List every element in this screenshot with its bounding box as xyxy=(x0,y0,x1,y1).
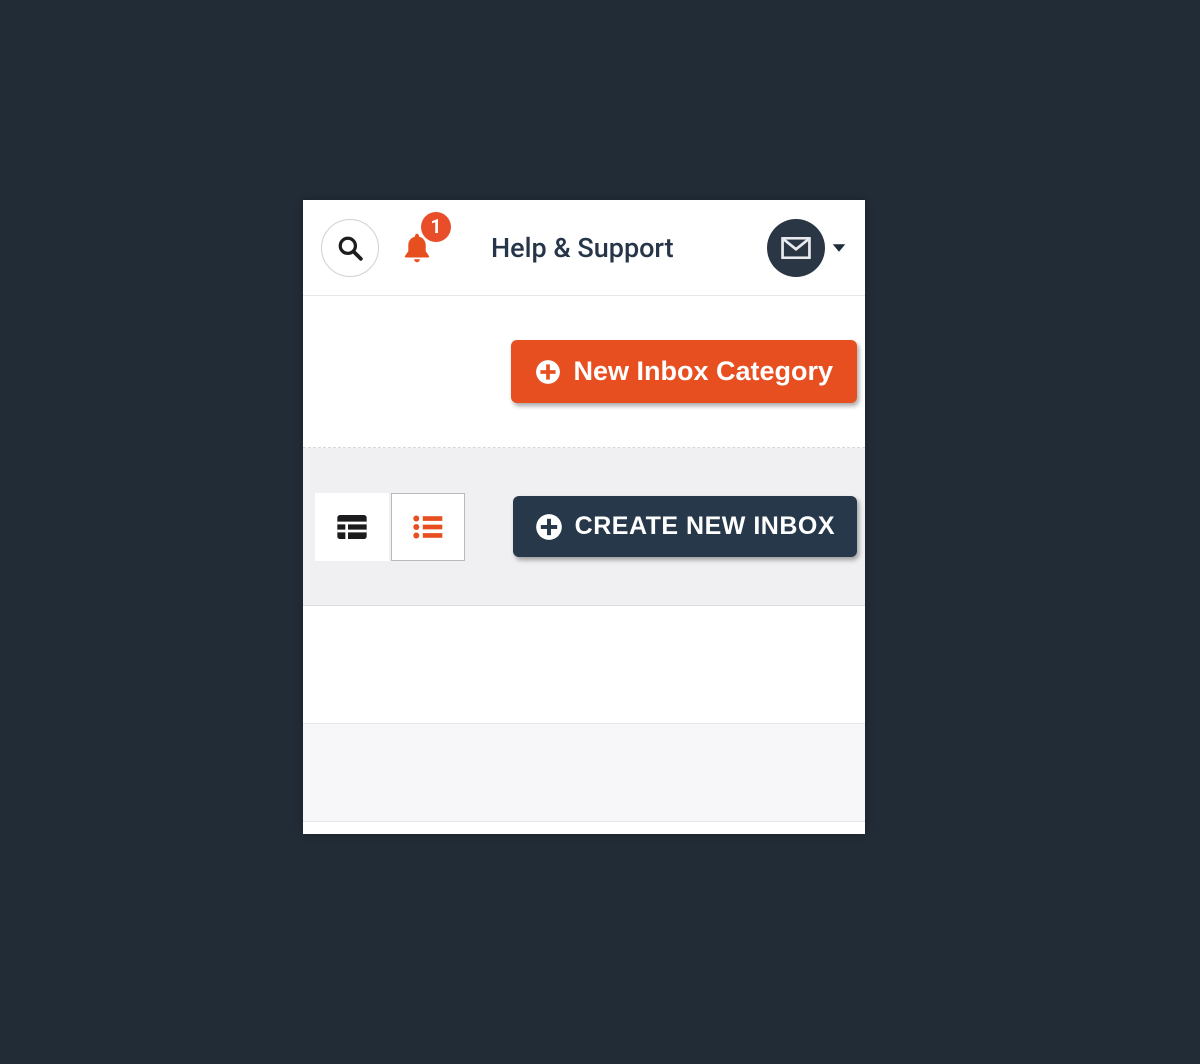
grid-icon xyxy=(336,513,368,541)
help-support-link[interactable]: Help & Support xyxy=(491,232,674,264)
category-row: New Inbox Category xyxy=(303,296,865,448)
search-icon xyxy=(337,235,363,261)
content-row xyxy=(303,724,865,822)
create-new-inbox-button[interactable]: CREATE NEW INBOX xyxy=(513,496,857,557)
plus-circle-icon xyxy=(535,359,561,385)
toolbar-row: CREATE NEW INBOX xyxy=(303,448,865,606)
mail-icon xyxy=(781,237,811,259)
new-inbox-category-button[interactable]: New Inbox Category xyxy=(511,340,857,403)
avatar xyxy=(767,219,825,277)
content-row xyxy=(303,822,865,834)
view-grid-button[interactable] xyxy=(315,493,389,561)
content-row xyxy=(303,606,865,724)
caret-down-icon xyxy=(831,243,847,253)
topbar: 1 Help & Support xyxy=(303,200,865,296)
new-inbox-category-label: New Inbox Category xyxy=(573,356,833,387)
create-new-inbox-label: CREATE NEW INBOX xyxy=(575,512,835,541)
notification-badge: 1 xyxy=(421,212,451,242)
view-list-button[interactable] xyxy=(391,493,465,561)
notifications-button[interactable]: 1 xyxy=(397,228,437,268)
view-toggle xyxy=(315,493,465,561)
user-menu[interactable] xyxy=(767,219,847,277)
plus-circle-icon xyxy=(535,513,563,541)
list-icon xyxy=(412,514,444,540)
main-panel: 1 Help & Support xyxy=(303,200,865,834)
search-button[interactable] xyxy=(321,219,379,277)
